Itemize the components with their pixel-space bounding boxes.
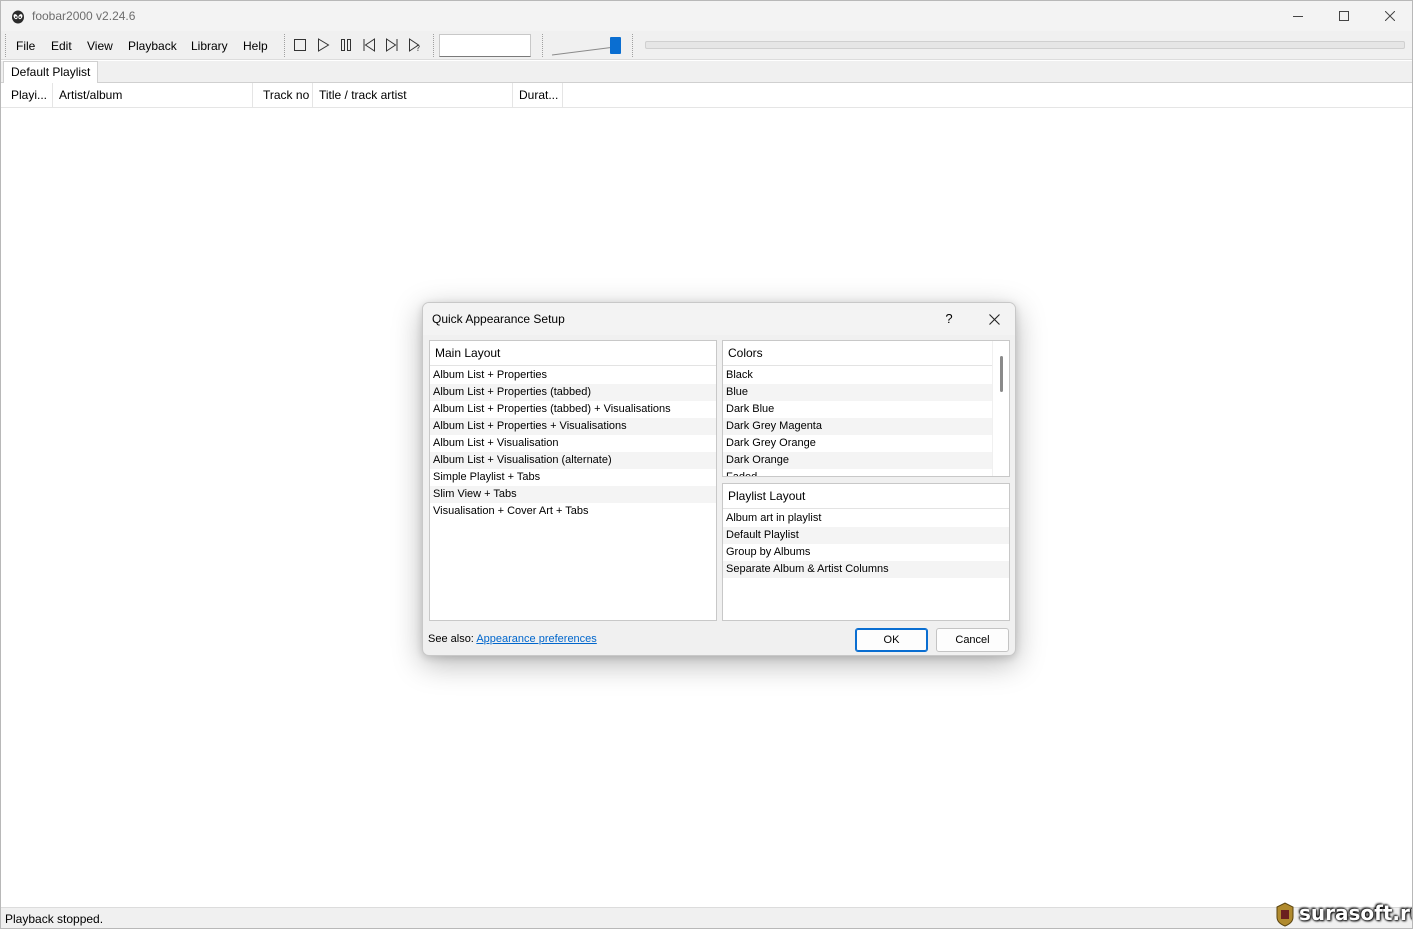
next-icon <box>386 38 398 52</box>
dialog-title: Quick Appearance Setup <box>432 312 565 326</box>
list-item[interactable]: Dark Grey Magenta <box>723 418 992 435</box>
list-item[interactable]: Faded <box>723 469 992 476</box>
list-item[interactable]: Black <box>723 367 992 384</box>
main-layout-header[interactable]: Main Layout <box>430 341 716 366</box>
menu-playback[interactable]: Playback <box>128 39 177 53</box>
ok-button[interactable]: OK <box>855 628 928 652</box>
dialog-title-bar: Quick Appearance Setup ? <box>423 303 1015 335</box>
window-title: foobar2000 v2.24.6 <box>32 9 136 23</box>
previous-button[interactable] <box>361 37 377 53</box>
stop-icon <box>294 39 306 51</box>
status-bar: Playback stopped. <box>1 907 1412 928</box>
toolbar-grip[interactable] <box>5 34 8 57</box>
watermark-text: surasoft.ru <box>1299 901 1413 925</box>
list-item[interactable]: Album List + Visualisation (alternate) <box>430 452 716 469</box>
toolbar-grip[interactable] <box>433 34 436 57</box>
close-icon <box>1385 11 1395 21</box>
list-item[interactable]: Separate Album & Artist Columns <box>723 561 1009 578</box>
list-item[interactable]: Blue <box>723 384 992 401</box>
close-button[interactable] <box>1367 1 1412 31</box>
list-item[interactable]: Album List + Properties + Visualisations <box>430 418 716 435</box>
list-item[interactable]: Dark Grey Orange <box>723 435 992 452</box>
quick-appearance-dialog: Quick Appearance Setup ? Main Layout Alb… <box>422 302 1016 656</box>
status-text: Playback stopped. <box>5 912 104 926</box>
title-bar: foobar2000 v2.24.6 <box>1 1 1412 31</box>
foobar-logo-icon <box>10 8 26 24</box>
list-item[interactable]: Default Playlist <box>723 527 1009 544</box>
appearance-preferences-link[interactable]: Appearance preferences <box>476 633 596 645</box>
dialog-help-button[interactable]: ? <box>938 309 960 329</box>
playlist-column-headers: Playi... Artist/album Track no Title / t… <box>1 83 1412 108</box>
random-button[interactable]: ? <box>407 37 423 53</box>
column-title-artist[interactable]: Title / track artist <box>313 83 513 108</box>
main-window: foobar2000 v2.24.6 File Edit View Playba… <box>0 0 1413 929</box>
stop-button[interactable] <box>292 37 308 53</box>
watermark: surasoft.ru <box>1273 899 1413 928</box>
column-track-no[interactable]: Track no <box>253 83 313 108</box>
close-icon <box>988 313 1000 325</box>
list-item[interactable]: Album art in playlist <box>723 510 1009 527</box>
playlist-layout-header[interactable]: Playlist Layout <box>723 484 1009 509</box>
list-item[interactable]: Album List + Properties (tabbed) <box>430 384 716 401</box>
toolbar-grip[interactable] <box>632 34 635 57</box>
colors-scrollbar[interactable] <box>992 341 1009 476</box>
scrollbar-thumb[interactable] <box>1000 356 1003 392</box>
list-item[interactable]: Group by Albums <box>723 544 1009 561</box>
colors-list[interactable]: Colors Black Blue Dark Blue Dark Grey Ma… <box>722 340 1010 477</box>
dialog-close-button[interactable] <box>983 309 1005 329</box>
random-icon: ? <box>409 38 420 53</box>
maximize-button[interactable] <box>1321 1 1367 31</box>
column-playing[interactable]: Playi... <box>3 83 53 108</box>
list-item[interactable]: Simple Playlist + Tabs <box>430 469 716 486</box>
menu-view[interactable]: View <box>87 39 113 53</box>
next-button[interactable] <box>384 37 400 53</box>
svg-text:?: ? <box>416 44 420 53</box>
cancel-button[interactable]: Cancel <box>936 628 1009 652</box>
pause-button[interactable] <box>338 37 354 53</box>
list-item[interactable]: Dark Orange <box>723 452 992 469</box>
playlist-tab-row: Default Playlist <box>1 61 1412 83</box>
volume-slider-thumb[interactable] <box>610 37 621 54</box>
volume-slider-track[interactable] <box>551 46 617 56</box>
see-also-label: See also: <box>428 633 474 645</box>
play-button[interactable] <box>315 37 331 53</box>
tab-default-playlist[interactable]: Default Playlist <box>3 61 99 83</box>
list-item[interactable]: Album List + Visualisation <box>430 435 716 452</box>
seek-bar[interactable] <box>645 41 1405 49</box>
toolbar-grip[interactable] <box>284 34 287 57</box>
column-artist-album[interactable]: Artist/album <box>53 83 253 108</box>
playlist-layout-list[interactable]: Playlist Layout Album art in playlist De… <box>722 483 1010 621</box>
minimize-icon <box>1293 16 1303 17</box>
toolbar-grip[interactable] <box>542 34 545 57</box>
list-item[interactable]: Album List + Properties <box>430 367 716 384</box>
menu-help[interactable]: Help <box>243 39 268 53</box>
column-duration[interactable]: Durat... <box>513 83 563 108</box>
list-item[interactable]: Album List + Properties (tabbed) + Visua… <box>430 401 716 418</box>
see-also: See also: Appearance preferences <box>428 633 597 645</box>
menu-library[interactable]: Library <box>191 39 228 53</box>
pause-icon <box>341 39 351 51</box>
play-icon <box>318 38 330 52</box>
minimize-button[interactable] <box>1275 1 1321 31</box>
menu-edit[interactable]: Edit <box>51 39 72 53</box>
list-item[interactable]: Dark Blue <box>723 401 992 418</box>
colors-header[interactable]: Colors <box>723 341 992 366</box>
list-item[interactable]: Visualisation + Cover Art + Tabs <box>430 503 716 520</box>
list-item[interactable]: Slim View + Tabs <box>430 486 716 503</box>
main-layout-list[interactable]: Main Layout Album List + Properties Albu… <box>429 340 717 621</box>
playback-order-dropdown[interactable] <box>439 34 531 57</box>
watermark-logo-icon <box>1275 901 1295 927</box>
previous-icon <box>363 38 375 52</box>
menu-file[interactable]: File <box>16 39 35 53</box>
maximize-icon <box>1339 11 1349 21</box>
